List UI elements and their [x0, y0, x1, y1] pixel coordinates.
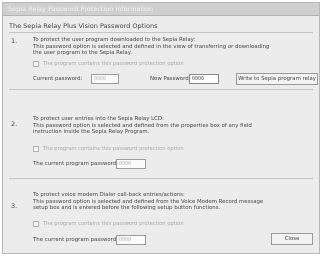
- section-2-line-3: instruction inside the Sepia Relay Progr…: [33, 129, 150, 135]
- dialog-subtitle: The Sepia Relay Plus Vision Password Opt…: [9, 22, 158, 30]
- section-2-password-label: The current program password is:: [33, 161, 125, 167]
- section-2-number: 2.: [11, 120, 18, 128]
- divider: [9, 89, 313, 90]
- section-1-line-3: the user program to the Sepia Relay.: [33, 50, 132, 56]
- section-2-checkbox-label: The program contains this password prote…: [43, 146, 184, 152]
- password-info-window: Sepia Relay Password Protection Informat…: [2, 2, 320, 254]
- new-password-field[interactable]: 0000: [189, 74, 219, 84]
- section-2-protection-checkbox[interactable]: [33, 146, 39, 152]
- divider: [9, 178, 313, 179]
- new-password-label: New Password:: [150, 76, 191, 82]
- section-3-checkbox-label: The program contains this password prote…: [43, 221, 184, 227]
- section-3-line-3: setup box and is entered before the foll…: [33, 205, 221, 211]
- section-3-password-field[interactable]: 0000: [116, 235, 146, 245]
- divider: [9, 32, 313, 33]
- write-to-relay-button[interactable]: Write to Sepia program relay: [236, 73, 318, 85]
- section-2-password-field[interactable]: 0000: [116, 159, 146, 169]
- current-password-label: Current password:: [33, 76, 83, 82]
- section-1-number: 1.: [11, 37, 18, 45]
- section-3-password-label: The current program password is:: [33, 237, 125, 243]
- close-button[interactable]: Close: [271, 233, 313, 245]
- current-password-field[interactable]: 0000: [91, 74, 119, 84]
- section-1-checkbox-label: The program contains this password prote…: [43, 61, 184, 67]
- section-3-protection-checkbox[interactable]: [33, 221, 39, 227]
- section-1-protection-checkbox[interactable]: [33, 61, 39, 67]
- window-title: Sepia Relay Password Protection Informat…: [3, 3, 319, 16]
- section-3-number: 3.: [11, 202, 18, 210]
